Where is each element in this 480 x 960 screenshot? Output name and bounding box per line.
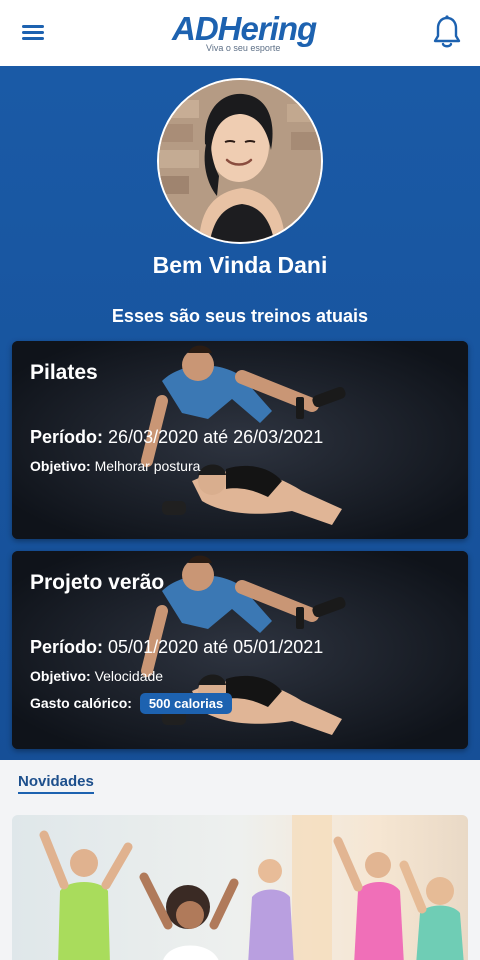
calorie-label: Gasto calórico: (30, 695, 132, 711)
workout-card-projeto-verao[interactable]: Projeto verão Período: 05/01/2020 até 05… (12, 551, 468, 749)
objective-value: Melhorar postura (94, 458, 201, 474)
workout-period: Período: 05/01/2020 até 05/01/2021 (30, 637, 323, 658)
objective-value: Velocidade (94, 668, 164, 684)
workout-objective: Objetivo: Velocidade (30, 668, 163, 684)
avatar[interactable] (157, 78, 323, 244)
workout-calories: Gasto calórico: 500 calorias (30, 693, 233, 714)
objective-label: Objetivo: (30, 668, 91, 684)
period-label: Período: (30, 427, 104, 447)
calorie-badge: 500 calorias (139, 693, 233, 714)
period-value: 26/03/2020 até 26/03/2021 (108, 427, 324, 447)
brand-logo[interactable]: ADHering Viva o seu esporte (168, 10, 317, 56)
logo-tagline: Viva o seu esporte (206, 43, 281, 53)
workout-objective: Objetivo: Melhorar postura (30, 458, 200, 474)
period-value: 05/01/2020 até 05/01/2021 (108, 637, 324, 657)
workout-period: Período: 26/03/2020 até 26/03/2021 (30, 427, 323, 448)
app-header: ADHering Viva o seu esporte (0, 0, 480, 66)
bell-icon[interactable] (432, 14, 462, 50)
workout-title: Pilates (30, 361, 98, 384)
hamburger-menu-icon[interactable] (20, 22, 46, 44)
workout-title: Projeto verão (30, 571, 165, 594)
workout-card-pilates[interactable]: Pilates Período: 26/03/2020 até 26/03/20… (12, 341, 468, 539)
news-card-photo (12, 815, 468, 960)
current-workouts-heading: Esses são seus treinos atuais (111, 306, 369, 326)
period-label: Período: (30, 637, 104, 657)
news-section-link[interactable]: Novidades (18, 773, 94, 794)
objective-label: Objetivo: (30, 458, 91, 474)
news-card[interactable] (12, 815, 468, 960)
welcome-heading: Bem Vinda Dani (152, 252, 328, 278)
